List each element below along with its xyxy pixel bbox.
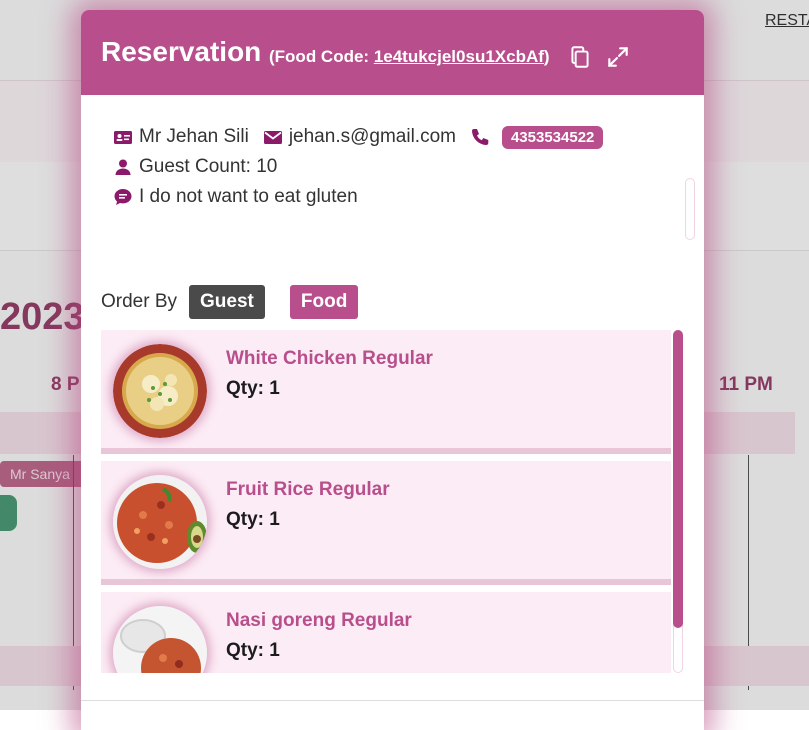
nasi-goreng-image bbox=[113, 606, 207, 673]
food-code-link[interactable]: 1e4tukcjel0su1XcbAf bbox=[374, 47, 544, 66]
guest-email[interactable]: jehan.s@gmail.com bbox=[289, 126, 456, 148]
food-item-card[interactable]: Nasi goreng Regular Qty: 1 bbox=[101, 592, 671, 673]
modal-title: Reservation bbox=[101, 36, 262, 67]
mail-icon bbox=[263, 127, 283, 147]
guest-count-line: Guest Count: 10 bbox=[113, 152, 603, 182]
comment-icon bbox=[113, 187, 133, 207]
food-item-name: Nasi goreng Regular bbox=[226, 610, 412, 631]
order-by-toggle: Order By Guest Food bbox=[101, 285, 359, 319]
food-item-qty: Qty: 1 bbox=[226, 509, 280, 530]
food-list-scrollbar-thumb[interactable] bbox=[673, 330, 683, 628]
info-scrollbar[interactable] bbox=[685, 178, 695, 240]
guest-name: Mr Jehan Sili bbox=[139, 126, 249, 147]
food-code-wrapper: (Food Code: 1e4tukcjel0su1XcbAf) bbox=[269, 47, 550, 67]
guest-phone-badge[interactable]: 4353534522 bbox=[501, 125, 604, 149]
food-item-card[interactable]: White Chicken Regular Qty: 1 bbox=[101, 330, 671, 454]
phone-icon bbox=[470, 127, 490, 147]
fried-rice-image bbox=[113, 475, 207, 569]
modal-footer-divider bbox=[81, 700, 704, 701]
food-code-prefix: (Food Code: bbox=[269, 47, 374, 66]
guest-note: I do not want to eat gluten bbox=[139, 186, 358, 207]
food-item-qty: Qty: 1 bbox=[226, 378, 280, 399]
expand-icon[interactable] bbox=[605, 44, 631, 70]
egg-drop-soup-image bbox=[113, 344, 207, 438]
guest-info: Mr Jehan Sili jehan.s@gmail.com 43535345… bbox=[113, 122, 604, 212]
copy-icon[interactable] bbox=[567, 44, 593, 70]
guest-count: Guest Count: 10 bbox=[139, 156, 278, 177]
food-item-qty: Qty: 1 bbox=[226, 640, 280, 661]
food-item-list[interactable]: White Chicken Regular Qty: 1 Fruit Rice … bbox=[101, 330, 684, 673]
food-code-suffix: ) bbox=[543, 47, 550, 66]
order-by-food-button[interactable]: Food bbox=[289, 285, 359, 319]
modal-header: Reservation (Food Code: 1e4tukcjel0su1Xc… bbox=[81, 10, 704, 95]
food-item-name: White Chicken Regular bbox=[226, 348, 433, 369]
order-by-guest-button[interactable]: Guest bbox=[189, 285, 265, 319]
guest-note-line: I do not want to eat gluten bbox=[113, 182, 603, 212]
reservation-modal: Reservation (Food Code: 1e4tukcjel0su1Xc… bbox=[81, 10, 704, 730]
food-item-card[interactable]: Fruit Rice Regular Qty: 1 bbox=[101, 461, 671, 585]
order-by-label: Order By bbox=[101, 291, 178, 312]
food-item-name: Fruit Rice Regular bbox=[226, 479, 390, 500]
guest-contact-line: Mr Jehan Sili jehan.s@gmail.com 43535345… bbox=[113, 122, 604, 152]
id-card-icon bbox=[113, 127, 133, 147]
user-icon bbox=[113, 157, 133, 177]
